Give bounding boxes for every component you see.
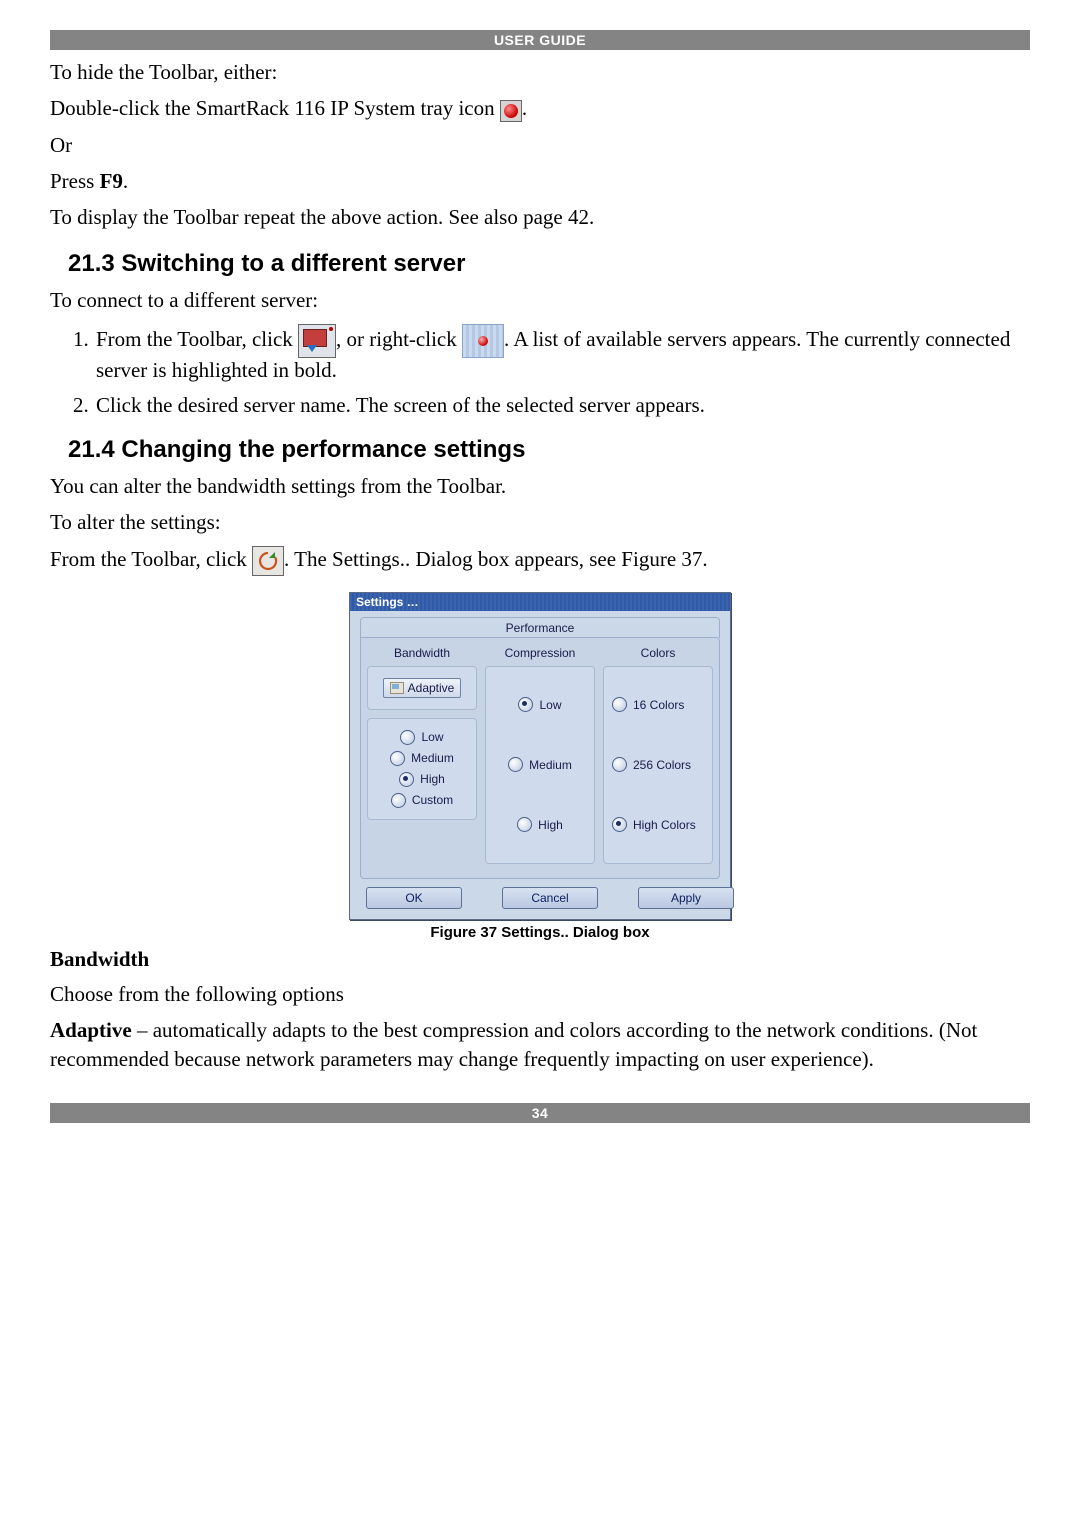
text: From the Toolbar, click (50, 547, 252, 571)
tray-icon (500, 100, 522, 122)
bandwidth-option-low[interactable]: Low (374, 727, 470, 748)
cancel-button[interactable]: Cancel (502, 887, 598, 909)
adaptive-button[interactable]: Adaptive (383, 678, 462, 698)
bandwidth-heading: Bandwidth (50, 947, 1030, 972)
colors-options-group: 16 Colors 256 Colors High Colors (603, 666, 713, 864)
paragraph: Choose from the following options (50, 980, 1030, 1008)
tab-performance[interactable]: Performance (360, 617, 720, 638)
server-selected-icon (462, 324, 504, 358)
dialog-button-row: OK Cancel Apply (360, 879, 720, 909)
radio-icon (612, 757, 627, 772)
bandwidth-label: Bandwidth (367, 646, 477, 660)
option-label: 16 Colors (633, 698, 684, 712)
compression-column: Compression Low Medium (485, 646, 595, 864)
radio-icon (390, 751, 405, 766)
colors-option-high[interactable]: High Colors (610, 814, 706, 835)
colors-option-16[interactable]: 16 Colors (610, 694, 706, 715)
text: . (123, 169, 128, 193)
list-item: Click the desired server name. The scree… (94, 393, 1030, 418)
bandwidth-option-high[interactable]: High (374, 769, 470, 790)
footer-bar: 34 (50, 1103, 1030, 1123)
option-label: High Colors (633, 818, 696, 832)
paragraph: To hide the Toolbar, either: (50, 58, 1030, 86)
colors-option-256[interactable]: 256 Colors (610, 754, 706, 775)
compression-label: Compression (485, 646, 595, 660)
text: From the Toolbar, click (96, 327, 298, 351)
option-label: Medium (411, 751, 454, 765)
option-label: High (420, 772, 445, 786)
paragraph: Double-click the SmartRack 116 IP System… (50, 94, 1030, 122)
figure-caption: Figure 37 Settings.. Dialog box (50, 924, 1030, 941)
paragraph: Adaptive – automatically adapts to the b… (50, 1016, 1030, 1073)
bandwidth-adaptive-group: Adaptive (367, 666, 477, 710)
compression-options-group: Low Medium High (485, 666, 595, 864)
text: Press (50, 169, 100, 193)
paragraph: You can alter the bandwidth settings fro… (50, 472, 1030, 500)
key-f9: F9 (100, 169, 123, 193)
radio-icon (612, 817, 627, 832)
paragraph: To display the Toolbar repeat the above … (50, 203, 1030, 231)
colors-label: Colors (603, 646, 713, 660)
settings-cycle-icon (252, 546, 284, 576)
header-bar: USER GUIDE (50, 30, 1030, 50)
paragraph: To alter the settings: (50, 508, 1030, 536)
option-label: High (538, 818, 563, 832)
paragraph: To connect to a different server: (50, 286, 1030, 314)
text: – automatically adapts to the best compr… (50, 1018, 977, 1070)
apply-button[interactable]: Apply (638, 887, 734, 909)
settings-dialog: Settings … Performance Bandwidth (349, 592, 731, 920)
radio-icon (399, 772, 414, 787)
list-item: From the Toolbar, click , or right-click… (94, 324, 1030, 383)
bandwidth-option-medium[interactable]: Medium (374, 748, 470, 769)
numbered-list: From the Toolbar, click , or right-click… (50, 324, 1030, 418)
radio-icon (391, 793, 406, 808)
bandwidth-column: Bandwidth Adaptive (367, 646, 477, 864)
radio-icon (518, 697, 533, 712)
compression-option-medium[interactable]: Medium (492, 754, 588, 775)
paragraph: From the Toolbar, click . The Settings..… (50, 545, 1030, 576)
radio-icon (508, 757, 523, 772)
text: , or right-click (336, 327, 462, 351)
option-label: 256 Colors (633, 758, 691, 772)
dialog-title: Settings … (350, 593, 730, 611)
text: Double-click the SmartRack 116 IP System… (50, 96, 500, 120)
figure-37: Settings … Performance Bandwidth (50, 592, 1030, 941)
radio-icon (612, 697, 627, 712)
performance-panel: Bandwidth Adaptive (360, 637, 720, 879)
bandwidth-option-custom[interactable]: Custom (374, 790, 470, 811)
server-dropdown-icon (298, 324, 336, 358)
option-label: Custom (412, 793, 453, 807)
ok-button[interactable]: OK (366, 887, 462, 909)
option-label: Medium (529, 758, 572, 772)
option-label: Low (539, 698, 561, 712)
section-heading-21-3: 21.3 Switching to a different server (50, 250, 1030, 278)
compression-option-high[interactable]: High (492, 814, 588, 835)
radio-icon (400, 730, 415, 745)
text-bold: Adaptive (50, 1018, 132, 1042)
colors-column: Colors 16 Colors 256 Colors (603, 646, 713, 864)
page-number: 34 (532, 1105, 549, 1121)
header-title: USER GUIDE (494, 32, 586, 48)
paragraph: Or (50, 131, 1030, 159)
adaptive-mini-icon (390, 682, 404, 694)
option-label: Low (421, 730, 443, 744)
compression-option-low[interactable]: Low (492, 694, 588, 715)
text: . (522, 96, 527, 120)
radio-icon (517, 817, 532, 832)
paragraph: Press F9. (50, 167, 1030, 195)
adaptive-label: Adaptive (408, 681, 455, 695)
bandwidth-options-group: Low Medium High (367, 718, 477, 820)
text: . The Settings.. Dialog box appears, see… (284, 547, 708, 571)
section-heading-21-4: 21.4 Changing the performance settings (50, 436, 1030, 464)
